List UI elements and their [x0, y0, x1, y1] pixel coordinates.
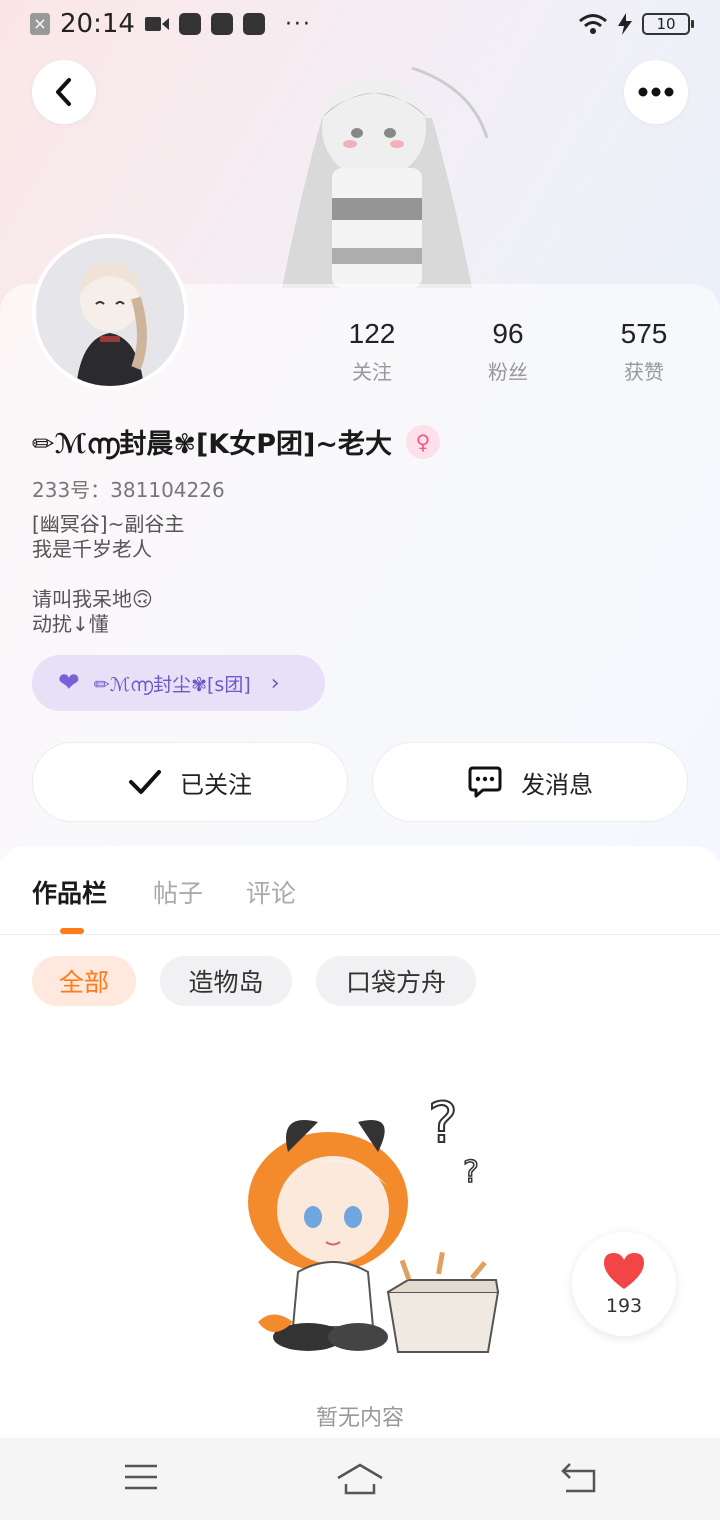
- filter-all[interactable]: 全部: [32, 956, 136, 1006]
- group-label: ✏ℳ൬封尘✾[s团]: [93, 673, 251, 696]
- bio: [幽冥谷]~副谷主 我是千岁老人 请叫我呆地🙃 动扰↓懂: [32, 512, 184, 637]
- send-message-button[interactable]: 发消息: [372, 742, 688, 822]
- cover-character-image: [282, 66, 489, 288]
- empty-state-text: 暂无内容: [315, 1406, 404, 1431]
- stat-value: 122: [348, 318, 396, 349]
- stat-label: 关注: [352, 360, 392, 384]
- back-nav-button[interactable]: [560, 1462, 598, 1498]
- tab-works[interactable]: 作品栏: [32, 874, 107, 910]
- more-dots-icon: [638, 87, 674, 97]
- stat-label: 粉丝: [488, 360, 528, 384]
- bio-line: 我是千岁老人: [32, 537, 152, 561]
- menu-icon: [125, 1464, 157, 1490]
- app-icon: [210, 13, 233, 35]
- stat-value: 575: [620, 318, 668, 349]
- bio-line: 动扰↓懂: [32, 612, 109, 636]
- stat-label: 获赞: [624, 360, 664, 384]
- like-count: 193: [605, 1295, 643, 1317]
- back-button[interactable]: [32, 60, 96, 124]
- chevron-right-icon: ›: [270, 670, 280, 696]
- return-icon: [561, 1463, 596, 1493]
- group-link[interactable]: ❤ ✏ℳ൬封尘✾[s团] ›: [32, 655, 325, 711]
- system-navigation-bar: [0, 1438, 720, 1520]
- charging-icon: [618, 13, 632, 35]
- home-icon: [337, 1463, 383, 1495]
- wifi-icon: [579, 14, 607, 34]
- avatar-image: [36, 238, 184, 386]
- home-button[interactable]: [336, 1462, 384, 1500]
- bio-line: [幽冥谷]~副谷主: [32, 512, 185, 536]
- status-time: 20:14: [60, 9, 135, 39]
- followed-label: 已关注: [180, 770, 252, 799]
- stat-likes[interactable]: 575 获赞: [584, 318, 704, 385]
- chevron-left-icon: [56, 78, 71, 106]
- more-status-icon: ···: [284, 11, 312, 37]
- filter-pocket-ark[interactable]: 口袋方舟: [316, 956, 476, 1006]
- tab-posts[interactable]: 帖子: [153, 874, 203, 910]
- menu-button[interactable]: [124, 1462, 158, 1496]
- checkmark-icon: [129, 770, 161, 794]
- like-button[interactable]: 193: [572, 1232, 676, 1336]
- heart-icon: ❤: [58, 668, 80, 698]
- notification-icon: ×: [30, 13, 50, 35]
- stat-following[interactable]: 122 关注: [312, 318, 432, 385]
- send-message-label: 发消息: [521, 770, 593, 799]
- app-icon: [178, 13, 201, 35]
- followed-button[interactable]: 已关注: [32, 742, 348, 822]
- status-bar: × 20:14 ··· 10: [0, 0, 720, 48]
- tab-comments[interactable]: 评论: [246, 874, 296, 910]
- battery-icon: 10: [642, 13, 694, 35]
- user-id[interactable]: 233号：381104226: [32, 474, 225, 503]
- tab-divider: [0, 934, 720, 935]
- avatar[interactable]: [32, 234, 188, 390]
- music-icon: [242, 13, 265, 35]
- filter-creation-island[interactable]: 造物岛: [160, 956, 292, 1006]
- chat-bubble-icon: [468, 766, 502, 798]
- nickname-row: ✏ℳ൬封晨✾[K女P团]~老大 ♀: [32, 422, 440, 461]
- stat-followers[interactable]: 96 粉丝: [448, 318, 568, 385]
- heart-icon: [604, 1253, 644, 1289]
- more-button[interactable]: [624, 60, 688, 124]
- svg-text:?: ?: [428, 1092, 458, 1156]
- bio-line: 请叫我呆地🙃: [32, 587, 153, 611]
- video-icon: [144, 17, 169, 31]
- stat-value: 96: [492, 318, 524, 349]
- empty-state-illustration: ? ?: [248, 1092, 500, 1353]
- nickname: ✏ℳ൬封晨✾[K女P团]~老大: [32, 429, 392, 460]
- bio-blank-line: [32, 562, 184, 587]
- svg-text:?: ?: [463, 1155, 479, 1190]
- female-gender-icon: ♀: [405, 424, 440, 459]
